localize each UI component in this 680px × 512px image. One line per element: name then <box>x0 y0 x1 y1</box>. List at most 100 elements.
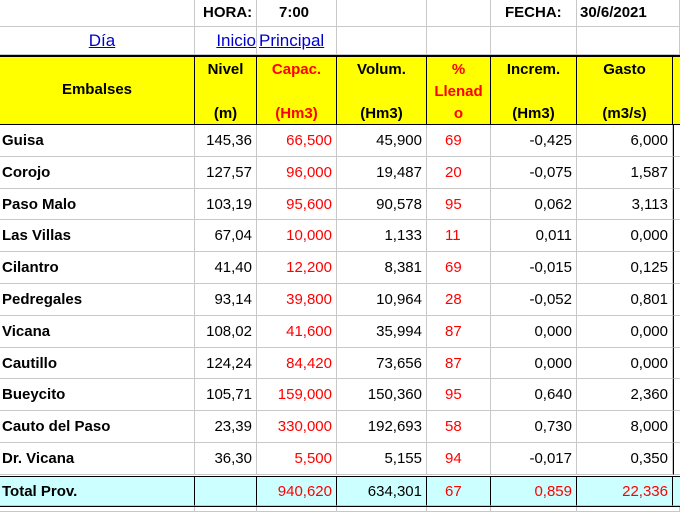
cell-blank[interactable] <box>427 507 491 512</box>
cell-gasto[interactable]: 0,000 <box>577 315 673 348</box>
cell-blank[interactable] <box>673 477 680 506</box>
cell-volum[interactable]: 1,133 <box>337 220 427 253</box>
cell-gasto[interactable]: 3,113 <box>577 188 673 221</box>
cell-volum[interactable]: 45,900 <box>337 125 427 157</box>
cell-increm[interactable]: -0,052 <box>491 284 577 316</box>
cell-gasto[interactable]: 0,000 <box>577 347 673 380</box>
cell-name[interactable]: Guisa <box>0 125 195 157</box>
cell-capac[interactable]: 330,000 <box>257 411 337 443</box>
cell-nivel[interactable]: 36,30 <box>195 443 257 475</box>
cell-volum[interactable]: 10,964 <box>337 284 427 316</box>
cell-volum[interactable]: 5,155 <box>337 443 427 475</box>
cell-volum[interactable]: 90,578 <box>337 188 427 221</box>
cell-blank[interactable] <box>673 188 680 221</box>
cell-blank[interactable] <box>673 252 680 284</box>
cell-llenado[interactable]: 11 <box>427 220 491 253</box>
cell-blank[interactable] <box>257 507 337 512</box>
cell-name[interactable]: Cauto del Paso <box>0 411 195 443</box>
total-increm[interactable]: 0,859 <box>491 477 577 506</box>
cell-llenado[interactable]: 95 <box>427 379 491 412</box>
cell-blank[interactable] <box>673 347 680 380</box>
total-volum[interactable]: 634,301 <box>337 477 427 506</box>
cell-blank[interactable] <box>337 0 427 27</box>
cell-gasto[interactable]: 0,000 <box>577 220 673 253</box>
cell-capac[interactable]: 84,420 <box>257 347 337 380</box>
cell-name[interactable]: Paso Malo <box>0 188 195 221</box>
cell-name[interactable]: Corojo <box>0 156 195 189</box>
cell-nivel[interactable]: 145,36 <box>195 125 257 157</box>
cell-capac[interactable]: 39,800 <box>257 284 337 316</box>
cell-name[interactable]: Dr. Vicana <box>0 443 195 475</box>
cell-volum[interactable]: 35,994 <box>337 315 427 348</box>
cell-blank[interactable] <box>427 0 491 27</box>
inicio-link[interactable]: Inicio <box>195 27 257 55</box>
cell-blank[interactable] <box>0 507 195 512</box>
cell-blank[interactable] <box>491 507 577 512</box>
cell-llenado[interactable]: 69 <box>427 252 491 284</box>
cell-llenado[interactable]: 69 <box>427 125 491 157</box>
cell-increm[interactable]: -0,017 <box>491 443 577 475</box>
cell-llenado[interactable]: 58 <box>427 411 491 443</box>
cell-volum[interactable]: 192,693 <box>337 411 427 443</box>
total-nivel[interactable] <box>195 477 257 506</box>
cell-increm[interactable]: -0,015 <box>491 252 577 284</box>
cell-nivel[interactable]: 127,57 <box>195 156 257 189</box>
cell-nivel[interactable]: 124,24 <box>195 347 257 380</box>
cell-increm[interactable]: -0,425 <box>491 125 577 157</box>
cell-blank[interactable] <box>337 507 427 512</box>
cell-capac[interactable]: 10,000 <box>257 220 337 253</box>
cell-blank[interactable] <box>673 156 680 189</box>
cell-blank[interactable] <box>427 27 491 55</box>
cell-volum[interactable]: 19,487 <box>337 156 427 189</box>
cell-nivel[interactable]: 103,19 <box>195 188 257 221</box>
dia-link-text[interactable]: Día <box>89 31 115 50</box>
cell-volum[interactable]: 150,360 <box>337 379 427 412</box>
cell-llenado[interactable]: 94 <box>427 443 491 475</box>
total-llenado[interactable]: 67 <box>427 477 491 506</box>
total-capac[interactable]: 940,620 <box>257 477 337 506</box>
cell-capac[interactable]: 95,600 <box>257 188 337 221</box>
cell-name[interactable]: Bueycito <box>0 379 195 412</box>
cell-gasto[interactable]: 0,801 <box>577 284 673 316</box>
cell-name[interactable]: Vicana <box>0 315 195 348</box>
cell-volum[interactable]: 8,381 <box>337 252 427 284</box>
cell-increm[interactable]: 0,062 <box>491 188 577 221</box>
fecha-value[interactable]: 30/6/2021 <box>577 0 680 27</box>
hora-value[interactable]: 7:00 <box>257 0 337 27</box>
principal-link[interactable]: Principal <box>257 27 337 55</box>
cell-blank[interactable] <box>337 27 427 55</box>
cell-increm[interactable]: 0,011 <box>491 220 577 253</box>
cell-blank[interactable] <box>673 57 680 125</box>
cell-llenado[interactable]: 28 <box>427 284 491 316</box>
cell-nivel[interactable]: 41,40 <box>195 252 257 284</box>
principal-link-text[interactable]: Principal <box>259 31 324 50</box>
cell-capac[interactable]: 159,000 <box>257 379 337 412</box>
cell-capac[interactable]: 96,000 <box>257 156 337 189</box>
cell-name[interactable]: Cautillo <box>0 347 195 380</box>
cell-capac[interactable]: 5,500 <box>257 443 337 475</box>
cell-blank[interactable] <box>673 284 680 316</box>
cell-name[interactable]: Pedregales <box>0 284 195 316</box>
cell-llenado[interactable]: 87 <box>427 347 491 380</box>
cell-capac[interactable]: 12,200 <box>257 252 337 284</box>
cell-nivel[interactable]: 108,02 <box>195 315 257 348</box>
cell-increm[interactable]: 0,640 <box>491 379 577 412</box>
cell-gasto[interactable]: 0,125 <box>577 252 673 284</box>
cell-blank[interactable] <box>673 315 680 348</box>
cell-increm[interactable]: -0,075 <box>491 156 577 189</box>
inicio-link-text[interactable]: Inicio <box>216 31 256 50</box>
cell-blank[interactable] <box>673 411 680 443</box>
cell-increm[interactable]: 0,730 <box>491 411 577 443</box>
cell-blank[interactable] <box>195 507 257 512</box>
cell-blank[interactable] <box>673 125 680 157</box>
cell-blank[interactable] <box>673 379 680 412</box>
cell-blank[interactable] <box>491 27 577 55</box>
cell-capac[interactable]: 66,500 <box>257 125 337 157</box>
cell-nivel[interactable]: 105,71 <box>195 379 257 412</box>
cell-gasto[interactable]: 2,360 <box>577 379 673 412</box>
cell-volum[interactable]: 73,656 <box>337 347 427 380</box>
cell-llenado[interactable]: 87 <box>427 315 491 348</box>
cell-increm[interactable]: 0,000 <box>491 315 577 348</box>
cell-nivel[interactable]: 93,14 <box>195 284 257 316</box>
cell-gasto[interactable]: 0,350 <box>577 443 673 475</box>
